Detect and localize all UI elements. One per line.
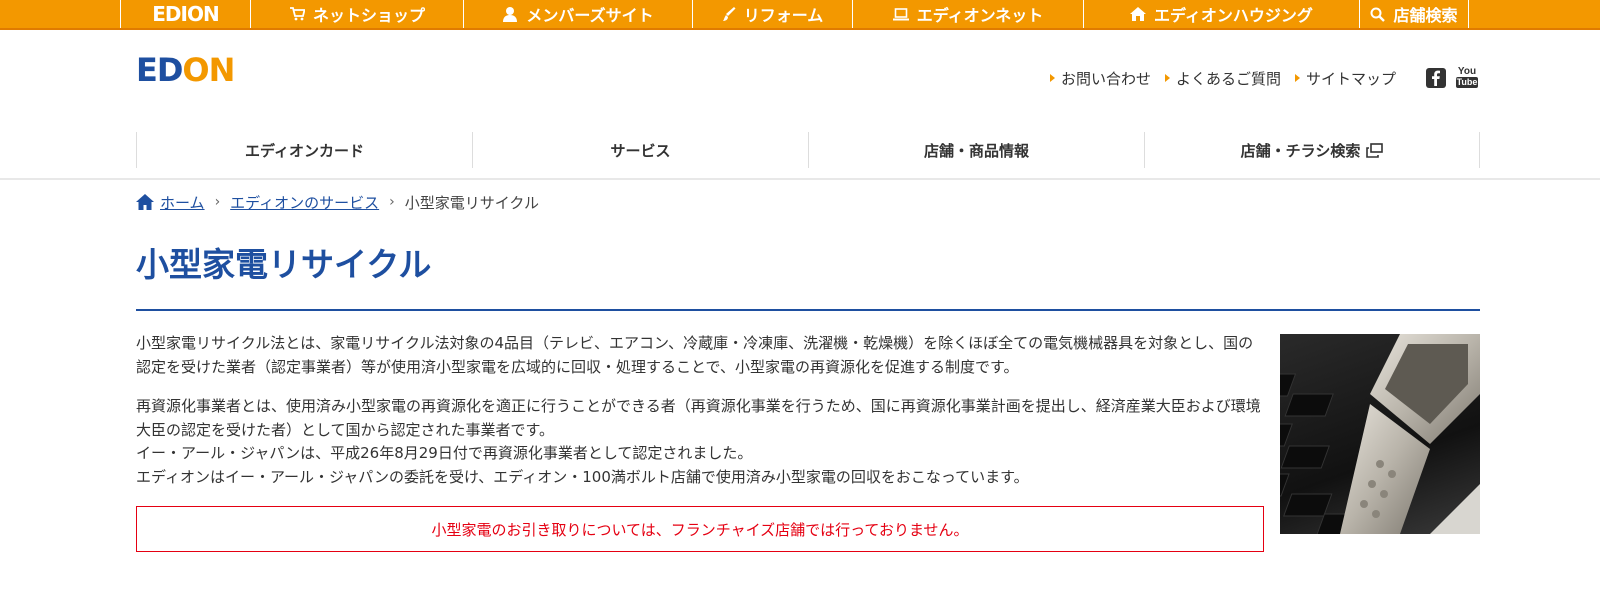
- arrow-right-icon: [1165, 74, 1171, 82]
- external-window-icon: [1366, 142, 1384, 158]
- util-link-contact[interactable]: お問い合わせ: [1050, 68, 1151, 89]
- topbar-item-label: リフォーム: [743, 6, 824, 25]
- brush-icon: [722, 6, 736, 22]
- breadcrumb-separator: ›: [214, 194, 221, 210]
- paragraph-intro: 小型家電リサイクル法とは、家電リサイクル法対象の4品目（テレビ、エアコン、冷蔵庫…: [136, 334, 1254, 376]
- site-logo[interactable]: EDON: [136, 50, 235, 90]
- topbar-item-label: エディオンハウジング: [1154, 6, 1313, 25]
- topbar-item-label: 店舗検索: [1393, 6, 1458, 25]
- util-link-faq[interactable]: よくあるご質問: [1165, 68, 1281, 89]
- youtube-label-top: You: [1457, 66, 1477, 77]
- gnav-item-store-flyer-search[interactable]: 店舗・チラシ検索: [1144, 132, 1480, 168]
- gnav-item-store-product[interactable]: 店舗・商品情報: [808, 132, 1144, 168]
- topbar-item-label: エディオンネット: [916, 6, 1044, 25]
- util-link-sitemap[interactable]: サイトマップ: [1295, 68, 1396, 89]
- topbar-item-store-search[interactable]: 店舗検索: [1359, 0, 1469, 28]
- breadcrumb-current: 小型家電リサイクル: [404, 193, 539, 212]
- laptop-icon: [892, 7, 909, 21]
- franchise-notice: 小型家電のお引き取りについては、フランチャイズ店舗では行っておりません。: [136, 506, 1264, 552]
- topbar-item-housing[interactable]: エディオンハウジング: [1083, 0, 1359, 28]
- breadcrumb: ホーム › エディオンのサービス › 小型家電リサイクル: [136, 191, 539, 213]
- paragraph-recycler: 再資源化事業者とは、使用済み小型家電の再資源化を適正に行うことができる者（再資源…: [136, 397, 1261, 439]
- youtube-icon[interactable]: You Tube: [1455, 66, 1479, 88]
- topbar-item-members[interactable]: メンバーズサイト: [463, 0, 692, 28]
- gnav-item-label: 店舗・チラシ検索: [1240, 141, 1361, 160]
- nav-divider: [0, 178, 1600, 180]
- page-title: 小型家電リサイクル: [136, 245, 432, 284]
- topbar-logo-link[interactable]: EDION: [120, 0, 250, 28]
- logo-text-ed: ED: [136, 51, 183, 89]
- paragraph-edion: エディオンはイー・アール・ジャパンの委託を受け、エディオン・100満ボルト店舗で…: [136, 467, 1029, 486]
- topbar-item-netshop[interactable]: ネットショップ: [250, 0, 463, 28]
- global-nav: エディオンカード サービス 店舗・商品情報 店舗・チラシ検索: [136, 132, 1480, 168]
- facebook-icon[interactable]: [1426, 68, 1446, 88]
- title-underline: [136, 309, 1480, 311]
- logo-text-on: ON: [182, 51, 235, 89]
- notice-text: 小型家電のお引き取りについては、フランチャイズ店舗では行っておりません。: [431, 520, 969, 539]
- arrow-right-icon: [1050, 74, 1055, 82]
- topbar-item-label: ネットショップ: [312, 6, 425, 25]
- topbar-item-label: メンバーズサイト: [526, 6, 654, 25]
- gnav-item-label: 店舗・商品情報: [923, 141, 1029, 160]
- main-content: 小型家電リサイクル法とは、家電リサイクル法対象の4品目（テレビ、エアコン、冷蔵庫…: [136, 332, 1268, 489]
- cart-icon: [289, 7, 305, 21]
- arrow-right-icon: [1295, 74, 1301, 82]
- util-link-label: お問い合わせ: [1061, 69, 1152, 88]
- youtube-label-bottom: Tube: [1455, 77, 1479, 88]
- gnav-item-card[interactable]: エディオンカード: [136, 132, 472, 168]
- flip-phone-photo: [1280, 334, 1480, 534]
- util-link-label: よくあるご質問: [1176, 69, 1282, 88]
- search-icon: [1370, 7, 1386, 22]
- paragraph-erj: イー・アール・ジャパンは、平成26年8月29日付で再資源化事業者として認定されま…: [136, 444, 753, 462]
- person-icon: [502, 6, 518, 22]
- house-icon: [1130, 7, 1147, 21]
- breadcrumb-parent-link[interactable]: エディオンのサービス: [230, 192, 379, 213]
- gnav-item-label: エディオンカード: [245, 141, 364, 160]
- topbar-item-reform[interactable]: リフォーム: [692, 0, 852, 28]
- breadcrumb-separator: ›: [389, 194, 395, 210]
- gnav-item-service[interactable]: サービス: [472, 132, 808, 168]
- topbar-item-edionnet[interactable]: エディオンネット: [852, 0, 1083, 28]
- top-bar: EDION ネットショップ メンバーズサイト リフォーム エディオンネット エデ…: [0, 0, 1600, 30]
- gnav-item-label: サービス: [610, 141, 671, 160]
- util-link-label: サイトマップ: [1306, 69, 1397, 88]
- topbar-logo: EDION: [152, 2, 219, 26]
- utility-links: お問い合わせ よくあるご質問 サイトマップ: [1050, 68, 1410, 88]
- home-icon: [136, 194, 154, 210]
- breadcrumb-home-link[interactable]: ホーム: [160, 192, 205, 213]
